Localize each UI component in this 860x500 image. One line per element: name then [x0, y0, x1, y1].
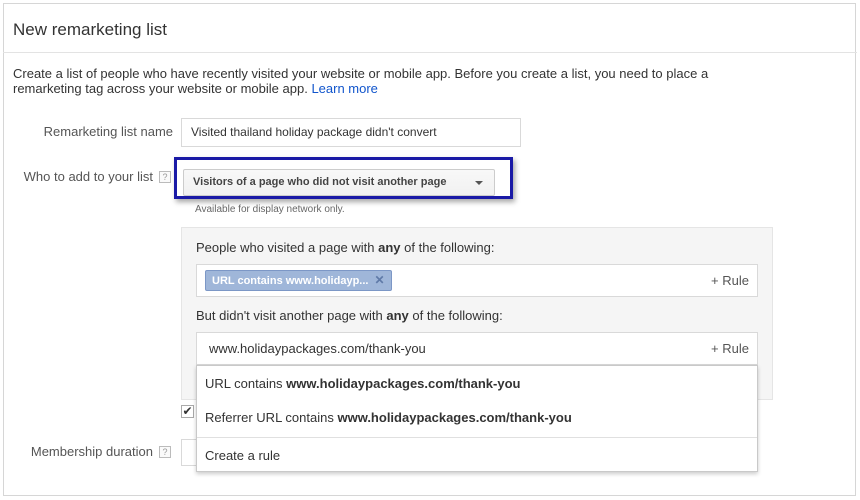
list-name-label: Remarketing list name	[43, 124, 173, 139]
who-to-add-label: Who to add to your list	[23, 169, 153, 184]
url-rule-chip-label: URL contains www.holidayp...	[212, 275, 369, 287]
membership-duration-label: Membership duration	[30, 444, 153, 459]
visited-rule-heading: People who visited a page with any of th…	[196, 240, 494, 255]
who-to-add-dropdown[interactable]: Visitors of a page who did not visit ano…	[183, 169, 495, 196]
page-title: New remarketing list	[13, 20, 167, 39]
list-name-input[interactable]: Visited thailand holiday package didn't …	[181, 118, 521, 147]
visited-heading-any: any	[378, 240, 401, 255]
help-icon[interactable]: ?	[159, 446, 171, 458]
membership-duration-input[interactable]	[181, 439, 197, 466]
visited-heading-suffix: of the following:	[400, 240, 495, 255]
create-rule-item[interactable]: Create a rule	[205, 448, 280, 463]
suggestion-prefix: Referrer URL contains	[205, 410, 338, 425]
suggestion-url-contains[interactable]: URL contains www.holidaypackages.com/tha…	[205, 376, 520, 391]
create-rule-label: Create a rule	[205, 448, 281, 463]
learn-more-link[interactable]: Learn more	[311, 81, 377, 96]
add-rule-button[interactable]: + Rule	[711, 273, 749, 288]
display-network-note: Available for display network only.	[195, 204, 345, 215]
help-icon[interactable]: ?	[159, 171, 171, 183]
not-visited-url-input[interactable]: www.holidaypackages.com/thank-you	[209, 341, 426, 356]
add-rule-button[interactable]: + Rule	[711, 341, 749, 356]
url-rule-chip[interactable]: URL contains www.holidayp... ✕	[205, 270, 392, 291]
chevron-down-icon	[475, 181, 483, 185]
suggestion-value: www.holidaypackages.com/thank-you	[286, 376, 521, 391]
not-visited-heading-prefix: But didn't visit another page with	[196, 308, 387, 323]
who-to-add-value: Visitors of a page who did not visit ano…	[193, 176, 447, 188]
visited-heading-prefix: People who visited a page with	[196, 240, 379, 255]
close-icon[interactable]: ✕	[374, 273, 384, 287]
not-visited-rule-box[interactable]: www.holidaypackages.com/thank-you + Rule	[196, 332, 758, 365]
checkbox[interactable]: ✔	[181, 405, 194, 418]
not-visited-heading-any: any	[386, 308, 409, 323]
divider	[3, 52, 857, 53]
suggestion-prefix: URL contains	[205, 376, 287, 391]
rule-suggestions-menu: URL contains www.holidaypackages.com/tha…	[196, 365, 758, 472]
not-visited-rule-heading: But didn't visit another page with any o…	[196, 308, 503, 323]
menu-divider	[197, 437, 757, 438]
visited-rule-box[interactable]: URL contains www.holidayp... ✕ + Rule	[196, 264, 758, 297]
suggestion-referrer-url-contains[interactable]: Referrer URL contains www.holidaypackage…	[205, 410, 572, 425]
not-visited-heading-suffix: of the following:	[408, 308, 503, 323]
page-description: Create a list of people who have recentl…	[13, 66, 723, 96]
suggestion-value: www.holidaypackages.com/thank-you	[337, 410, 572, 425]
